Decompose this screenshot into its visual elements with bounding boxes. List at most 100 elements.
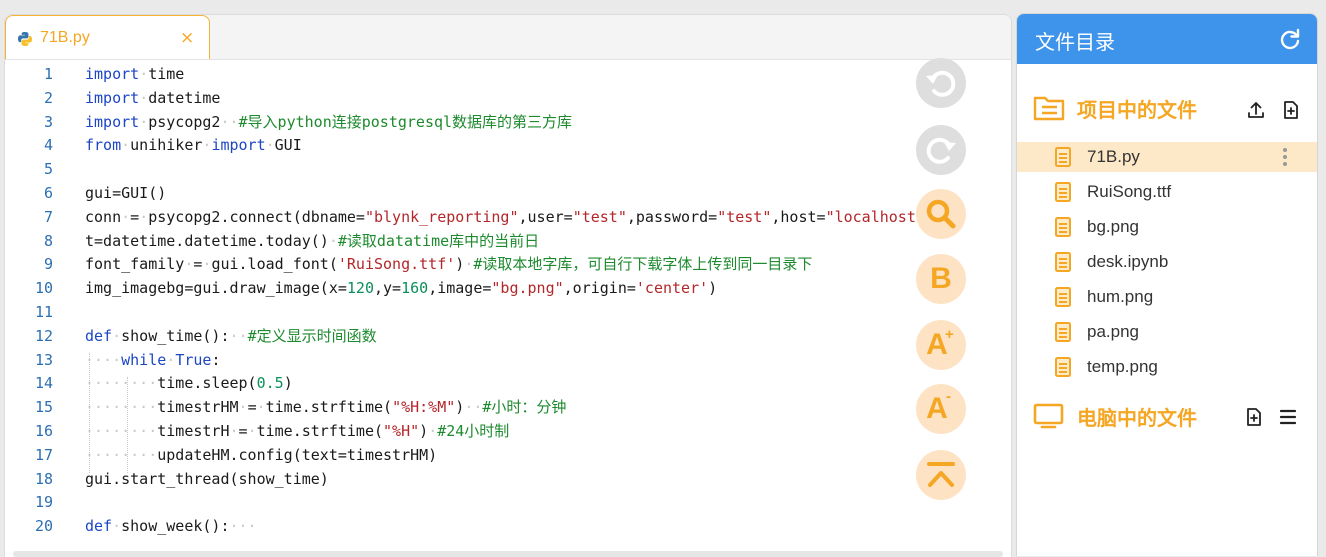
code-token: · bbox=[247, 422, 257, 440]
code-token: #24小时制 bbox=[437, 422, 510, 440]
tab-71b-py[interactable]: 71B.py × bbox=[5, 15, 210, 59]
redo-button[interactable] bbox=[916, 125, 966, 175]
file-item[interactable]: pa.png bbox=[1017, 317, 1317, 347]
menu-icon[interactable] bbox=[1278, 407, 1298, 427]
code-line[interactable]: 2 import·datetime bbox=[5, 86, 1011, 110]
code-token: time.sleep( bbox=[157, 374, 257, 393]
code-token: "blynk_reporting" bbox=[364, 207, 519, 226]
code-line[interactable]: 8 t=datetime.datetime.today()·#读取datatime… bbox=[5, 229, 1011, 253]
line-number: 10 bbox=[34, 279, 53, 298]
line-content: gui=GUI() bbox=[85, 181, 166, 205]
code-line[interactable]: 6 gui=GUI() bbox=[5, 181, 1011, 205]
refresh-icon[interactable] bbox=[1279, 28, 1301, 50]
code-token: "%H" bbox=[383, 422, 420, 440]
close-icon[interactable]: × bbox=[180, 28, 194, 48]
code-token: ········ bbox=[85, 374, 158, 393]
code-area[interactable]: 1 import·time 2 import·datetime 3 import·psyc… bbox=[5, 61, 1011, 551]
line-content: ····while·True: bbox=[85, 348, 220, 372]
line-number: 12 bbox=[34, 326, 53, 345]
code-line[interactable]: 18 gui.start_thread(show_time) bbox=[5, 467, 1011, 491]
horizontal-scrollbar[interactable] bbox=[13, 551, 1003, 557]
code-token: · bbox=[112, 517, 122, 536]
file-panel-header: 文件目录 bbox=[1017, 14, 1317, 64]
line-content: img_imagebg=gui.draw_image(x=120,y=160,i… bbox=[85, 276, 717, 300]
line-content: import·datetime bbox=[85, 86, 220, 110]
code-token: font_family bbox=[85, 255, 185, 274]
line-number: 14 bbox=[34, 374, 53, 393]
code-token: 0.5 bbox=[256, 374, 284, 393]
file-item[interactable]: hum.png bbox=[1017, 282, 1317, 312]
file-item[interactable]: temp.png bbox=[1017, 352, 1317, 382]
document-icon bbox=[1055, 252, 1071, 272]
code-token: while bbox=[121, 350, 167, 369]
scroll-top-button[interactable] bbox=[916, 450, 966, 500]
new-file-icon[interactable] bbox=[1244, 407, 1264, 427]
code-token: · bbox=[428, 422, 438, 440]
code-token: · bbox=[238, 398, 248, 417]
line-number: 6 bbox=[43, 184, 53, 202]
undo-button[interactable] bbox=[916, 58, 966, 108]
code-token: time bbox=[148, 65, 185, 83]
code-line[interactable]: 11 bbox=[5, 300, 1011, 324]
code-line[interactable]: 16 ········timestrH·=·time.strftime("%H")… bbox=[5, 419, 1011, 443]
code-line[interactable]: 10 img_imagebg=gui.draw_image(x=120,y=160… bbox=[5, 276, 1011, 300]
code-line[interactable]: 7 conn·=·psycopg2.connect(dbname="blynk_r… bbox=[5, 205, 1011, 229]
code-line[interactable]: 17 ········updateHM.config(text=timestrHM… bbox=[5, 443, 1011, 467]
code-line[interactable]: 13 ····while·True: bbox=[5, 348, 1011, 372]
line-number: 16 bbox=[34, 422, 53, 440]
line-content: ········timestrH·=·time.strftime("%H")·#… bbox=[85, 419, 509, 443]
code-line[interactable]: 4 from·unihiker·import·GUI bbox=[5, 133, 1011, 157]
file-item[interactable]: bg.png bbox=[1017, 212, 1317, 242]
code-token: import bbox=[85, 112, 140, 131]
code-line[interactable]: 9 font_family·=·gui.load_font('RuiSong.tt… bbox=[5, 252, 1011, 276]
code-line[interactable]: 20 def·show_week():··· bbox=[5, 514, 1011, 538]
code-line[interactable]: 19 bbox=[5, 490, 1011, 514]
undo-icon bbox=[926, 70, 956, 97]
code-token: · bbox=[121, 207, 131, 226]
file-item[interactable]: RuiSong.ttf bbox=[1017, 177, 1317, 207]
computer-files-title[interactable]: 电脑中的文件 bbox=[1077, 402, 1197, 431]
code-line[interactable]: 15 ········timestrHM·=·time.strftime("%H:… bbox=[5, 395, 1011, 419]
font-decrease-button[interactable]: A - bbox=[916, 384, 966, 434]
line-number: 4 bbox=[43, 136, 53, 155]
code-token: = bbox=[130, 207, 140, 226]
code-token: · bbox=[229, 422, 239, 440]
more-options-icon[interactable] bbox=[1281, 146, 1289, 168]
line-number: 3 bbox=[43, 112, 53, 131]
code-token: ·· bbox=[464, 398, 483, 417]
code-token: unihiker bbox=[130, 136, 203, 155]
code-line[interactable]: 5 bbox=[5, 157, 1011, 181]
code-line[interactable]: 1 import·time bbox=[5, 62, 1011, 86]
code-line[interactable]: 12 def·show_time():··#定义显示时间函数 bbox=[5, 324, 1011, 348]
code-token: ········ bbox=[85, 398, 158, 417]
code-line[interactable]: 14 ········time.sleep(0.5) bbox=[5, 371, 1011, 395]
project-files-title[interactable]: 项目中的文件 bbox=[1077, 94, 1197, 123]
font-increase-button[interactable]: A + bbox=[916, 320, 966, 370]
code-token: ) bbox=[455, 255, 465, 274]
code-line[interactable]: 3 import·psycopg2··#导入python连接postgresql数… bbox=[5, 110, 1011, 134]
code-token: · bbox=[464, 255, 474, 274]
line-content: font_family·=·gui.load_font('RuiSong.ttf… bbox=[85, 252, 812, 276]
search-button[interactable] bbox=[916, 189, 966, 239]
line-content: ········updateHM.config(text=timestrHM) bbox=[85, 443, 437, 467]
python-file-icon bbox=[18, 32, 32, 46]
file-name: hum.png bbox=[1087, 287, 1154, 306]
file-panel-title: 文件目录 bbox=[1035, 30, 1115, 54]
code-token: · bbox=[139, 207, 149, 226]
bold-icon: B bbox=[930, 262, 952, 295]
code-token: "localhost" bbox=[825, 207, 925, 226]
file-item[interactable]: 71B.py bbox=[1017, 142, 1317, 172]
document-icon bbox=[1055, 287, 1071, 307]
code-token: · bbox=[328, 231, 338, 250]
line-content: def·show_time():··#定义显示时间函数 bbox=[85, 324, 377, 348]
upload-icon[interactable] bbox=[1246, 100, 1266, 120]
new-file-icon[interactable] bbox=[1281, 100, 1301, 120]
code-token: import bbox=[85, 65, 140, 83]
document-icon bbox=[1055, 357, 1071, 377]
bold-button[interactable]: B bbox=[916, 254, 966, 304]
file-name: bg.png bbox=[1087, 217, 1139, 236]
line-content: t=datetime.datetime.today()·#读取datatime库… bbox=[85, 229, 539, 253]
line-content: from·unihiker·import·GUI bbox=[85, 133, 302, 157]
file-item[interactable]: desk.ipynb bbox=[1017, 247, 1317, 277]
font-increase-icon: A bbox=[926, 328, 948, 361]
